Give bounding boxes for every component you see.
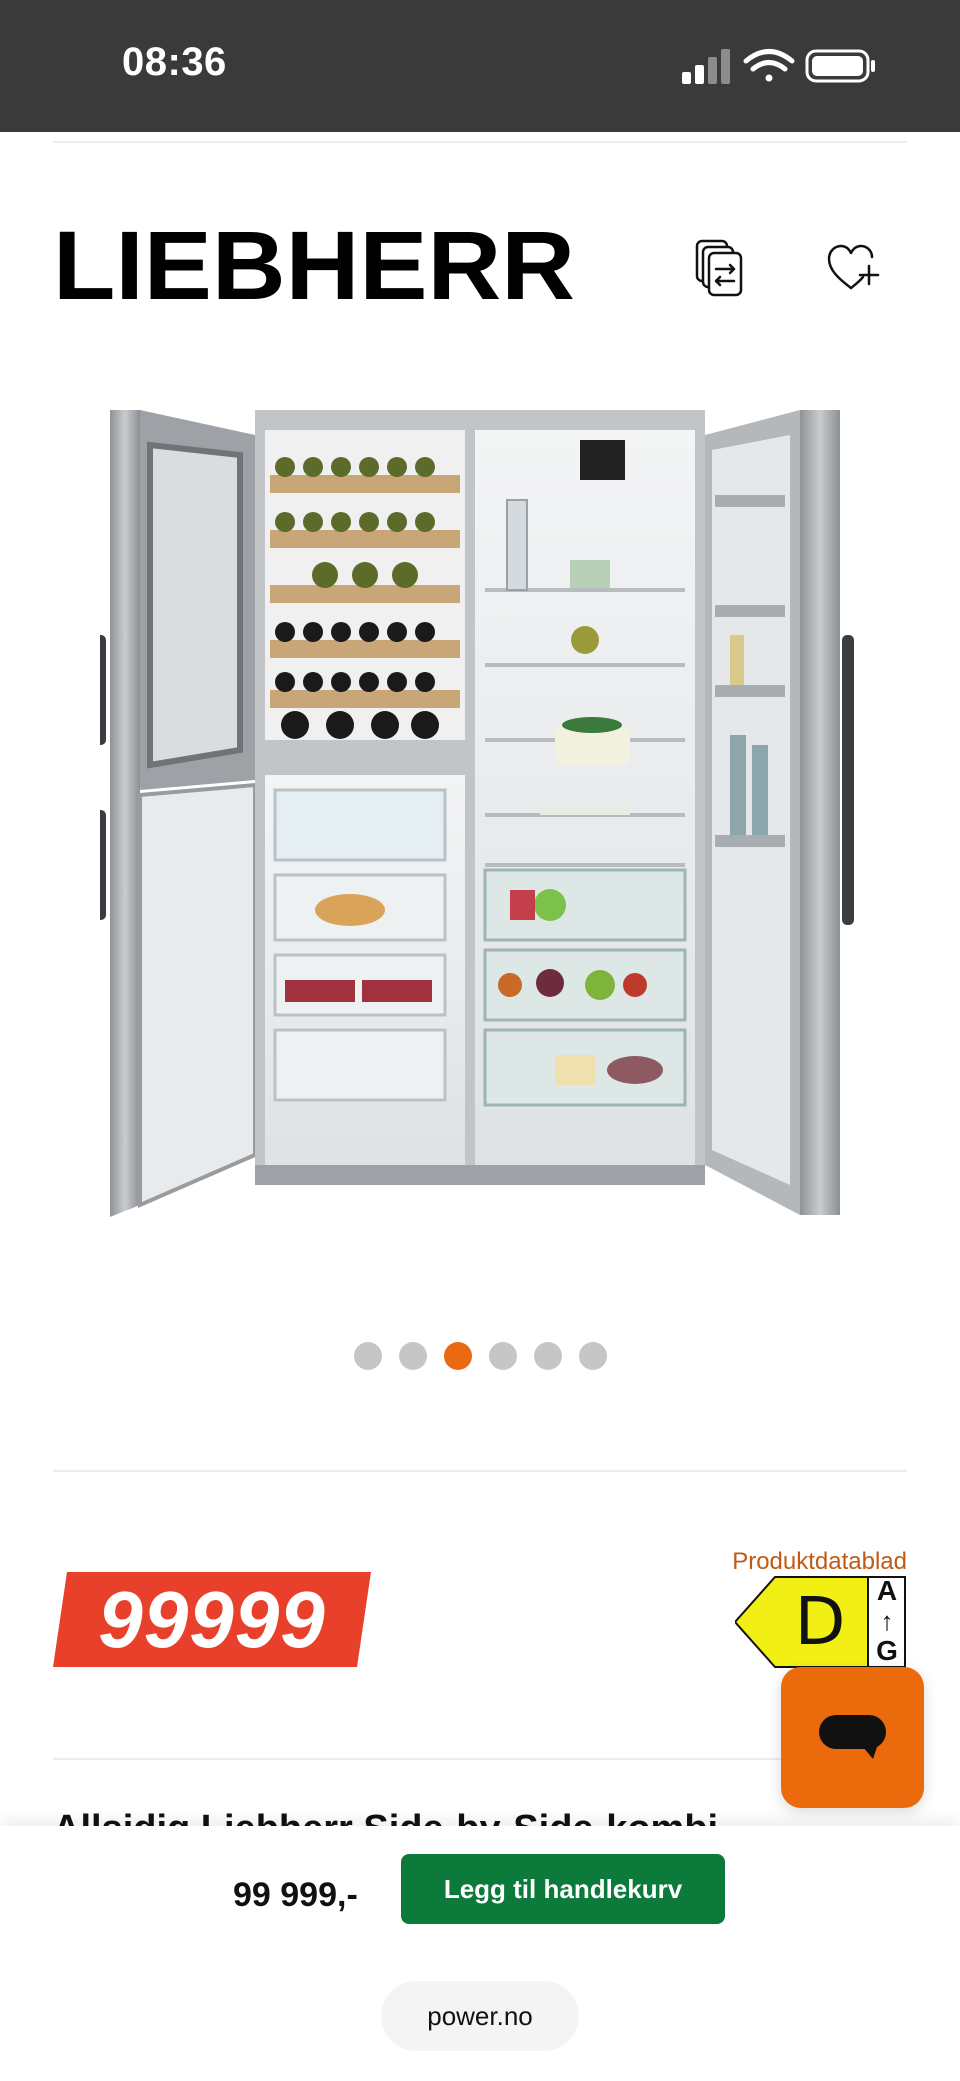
battery-icon — [805, 49, 875, 83]
carousel-dot[interactable] — [533, 1342, 562, 1370]
brand-logo: LIEBHERR — [53, 211, 578, 320]
carousel-dots — [0, 1342, 960, 1372]
carousel-dot[interactable] — [488, 1342, 517, 1370]
compare-icon — [695, 239, 743, 297]
status-bar: 08:36 — [0, 0, 960, 132]
compare-button[interactable] — [683, 232, 755, 304]
add-to-cart-button[interactable]: Legg til handlekurv — [401, 1854, 725, 1924]
refrigerator-illustration — [94, 410, 854, 1217]
browser-url-bar[interactable]: power.no — [381, 1981, 579, 2051]
energy-scale-arrow-icon: ↑ — [880, 1606, 894, 1636]
brand-name: LIEBHERR — [53, 225, 575, 305]
section-divider-2 — [53, 1758, 907, 1760]
status-time: 08:36 — [122, 40, 227, 84]
price-badge-value: 99999 — [98, 1574, 326, 1664]
carousel-dot[interactable] — [398, 1342, 427, 1370]
chat-button[interactable] — [781, 1667, 924, 1808]
energy-class: D — [794, 1583, 846, 1660]
status-icons — [680, 46, 880, 86]
price-badge: 99999 — [53, 1572, 371, 1667]
carousel-dot[interactable] — [353, 1342, 382, 1370]
product-image[interactable] — [94, 395, 860, 1235]
carousel-dot[interactable] — [443, 1342, 472, 1370]
carousel-dot[interactable] — [578, 1342, 607, 1370]
wifi-icon — [743, 49, 795, 82]
bottom-price: 99 999,- — [233, 1876, 358, 1914]
chat-bubble-icon — [819, 1715, 886, 1759]
signal-icon — [682, 49, 730, 84]
product-datasheet-link[interactable]: Produktdatablad — [732, 1548, 907, 1576]
section-divider — [53, 1470, 907, 1472]
energy-scale-bottom: G — [876, 1635, 898, 1666]
top-divider — [53, 141, 907, 143]
energy-scale-top: A — [876, 1575, 898, 1606]
wishlist-button[interactable] — [817, 232, 889, 304]
heart-plus-icon — [827, 244, 880, 290]
